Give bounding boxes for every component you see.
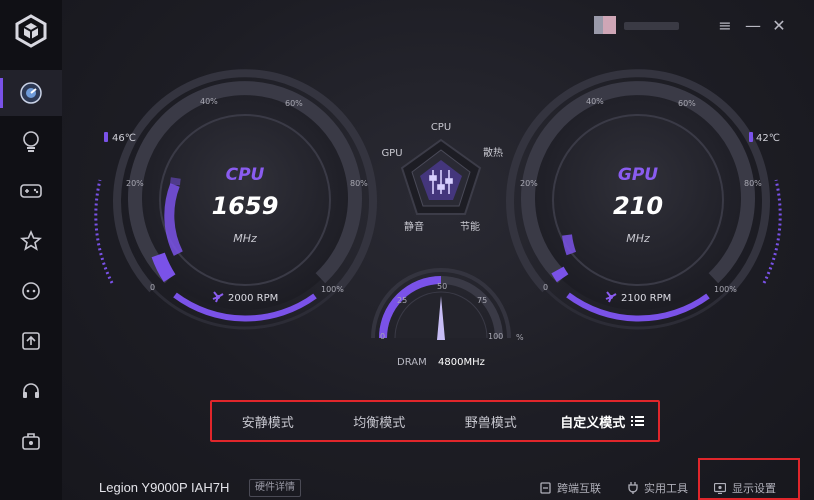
gpu-tick-40: 40% bbox=[586, 97, 604, 106]
cpu-tick-80: 80% bbox=[350, 179, 368, 188]
dram-frequency: 4800MHz bbox=[438, 357, 485, 368]
app-logo bbox=[15, 14, 47, 48]
display-settings-button[interactable]: 显示设置 bbox=[714, 480, 776, 496]
cpu-tick-0: 0 bbox=[150, 283, 155, 292]
sidebar-item-favorites[interactable] bbox=[0, 218, 62, 264]
sidebar-item-lighting[interactable] bbox=[0, 118, 62, 164]
cpu-frequency-unit: MHz bbox=[233, 232, 257, 245]
gpu-tick-100: 100% bbox=[714, 285, 737, 294]
cross-device-icon bbox=[540, 482, 551, 494]
lightbulb-icon bbox=[23, 131, 39, 152]
mode-custom[interactable]: 自定义模式 bbox=[547, 412, 659, 431]
mode-balanced-label: 均衡模式 bbox=[353, 414, 406, 430]
sidebar-item-dashboard[interactable] bbox=[0, 70, 62, 116]
cpu-frequency: 1659 bbox=[212, 192, 279, 220]
performance-radar bbox=[400, 138, 482, 215]
mode-beast-label: 野兽模式 bbox=[464, 414, 517, 430]
gamepad-icon bbox=[20, 184, 42, 198]
dram-unit: % bbox=[516, 333, 524, 342]
dashboard-icon bbox=[20, 82, 42, 104]
dram-tick-0: 0 bbox=[380, 332, 385, 341]
gpu-frequency: 210 bbox=[613, 192, 663, 220]
bottom-bar: Legion Y9000P IAH7H 硬件详情 跨端互联 实用工具 显示设置 bbox=[62, 458, 814, 500]
tools-button[interactable]: 实用工具 bbox=[628, 480, 688, 496]
sidebar-item-chat[interactable] bbox=[0, 268, 62, 314]
mode-quiet-label: 安静模式 bbox=[241, 414, 294, 430]
dram-tick-25: 25 bbox=[397, 296, 407, 305]
cross-device-label: 跨端互联 bbox=[557, 482, 601, 495]
tools-label: 实用工具 bbox=[644, 482, 688, 495]
hardware-details-button[interactable]: 硬件详情 bbox=[249, 479, 301, 497]
gpu-fan-speed: 2100 RPM bbox=[621, 293, 671, 304]
sidebar-item-audio[interactable] bbox=[0, 368, 62, 414]
radar-label-cpu: CPU bbox=[431, 122, 451, 133]
cpu-tick-20: 20% bbox=[126, 179, 144, 188]
sidebar-item-gaming[interactable] bbox=[0, 168, 62, 214]
gpu-frequency-unit: MHz bbox=[626, 232, 650, 245]
gpu-tick-80: 80% bbox=[744, 179, 762, 188]
list-icon[interactable] bbox=[631, 416, 645, 426]
radar-label-power-saving: 节能 bbox=[460, 220, 480, 233]
dram-gauge bbox=[371, 268, 511, 340]
plug-icon bbox=[628, 482, 638, 494]
monitor-icon bbox=[714, 482, 726, 494]
gpu-tick-60: 60% bbox=[678, 99, 696, 108]
mode-selector: 安静模式 均衡模式 野兽模式 自定义模式 bbox=[210, 400, 660, 442]
gpu-title: GPU bbox=[618, 165, 658, 185]
cpu-tick-40: 40% bbox=[200, 97, 218, 106]
cpu-thermometer-icon bbox=[104, 132, 108, 142]
gpu-tick-20: 20% bbox=[520, 179, 538, 188]
mode-custom-label: 自定义模式 bbox=[560, 414, 626, 430]
gpu-thermometer-icon bbox=[749, 132, 753, 142]
dram-tick-75: 75 bbox=[477, 296, 487, 305]
radar-label-silent: 静音 bbox=[404, 220, 424, 233]
mode-quiet[interactable]: 安静模式 bbox=[212, 412, 324, 431]
display-settings-label: 显示设置 bbox=[732, 482, 776, 495]
gauge-panel: CPU 1659 MHz 46℃ 40% 60% 20% 80% 0 100% … bbox=[94, 69, 782, 368]
cross-device-button[interactable]: 跨端互联 bbox=[540, 480, 601, 496]
sidebar bbox=[0, 0, 62, 500]
star-icon bbox=[20, 230, 42, 251]
main-panel: ≡ — ✕ CPU 1659 MHz 46℃ 40% 60% 20% 80% 0… bbox=[62, 0, 814, 500]
device-model: Legion Y9000P IAH7H bbox=[99, 480, 230, 495]
upload-icon bbox=[22, 332, 40, 350]
cpu-tick-100: 100% bbox=[321, 285, 344, 294]
cpu-tick-60: 60% bbox=[285, 99, 303, 108]
sidebar-item-upload[interactable] bbox=[0, 318, 62, 364]
dram-tick-50: 50 bbox=[437, 282, 447, 291]
sidebar-item-toolbox[interactable] bbox=[0, 418, 62, 464]
chat-icon bbox=[22, 282, 40, 300]
cpu-title: CPU bbox=[226, 165, 265, 185]
sliders-icon bbox=[429, 170, 453, 194]
cpu-temperature: 46℃ bbox=[112, 133, 136, 144]
dram-label: DRAM bbox=[397, 357, 427, 368]
mode-beast[interactable]: 野兽模式 bbox=[435, 412, 547, 431]
toolbox-icon bbox=[22, 433, 40, 450]
radar-label-cooling: 散热 bbox=[483, 146, 503, 159]
radar-label-gpu: GPU bbox=[381, 148, 402, 159]
dram-tick-100: 100 bbox=[488, 332, 503, 341]
mode-balanced[interactable]: 均衡模式 bbox=[324, 412, 436, 431]
gpu-temperature: 42℃ bbox=[756, 133, 780, 144]
gpu-tick-0: 0 bbox=[543, 283, 548, 292]
cpu-fan-speed: 2000 RPM bbox=[228, 293, 278, 304]
headset-icon bbox=[23, 383, 39, 398]
